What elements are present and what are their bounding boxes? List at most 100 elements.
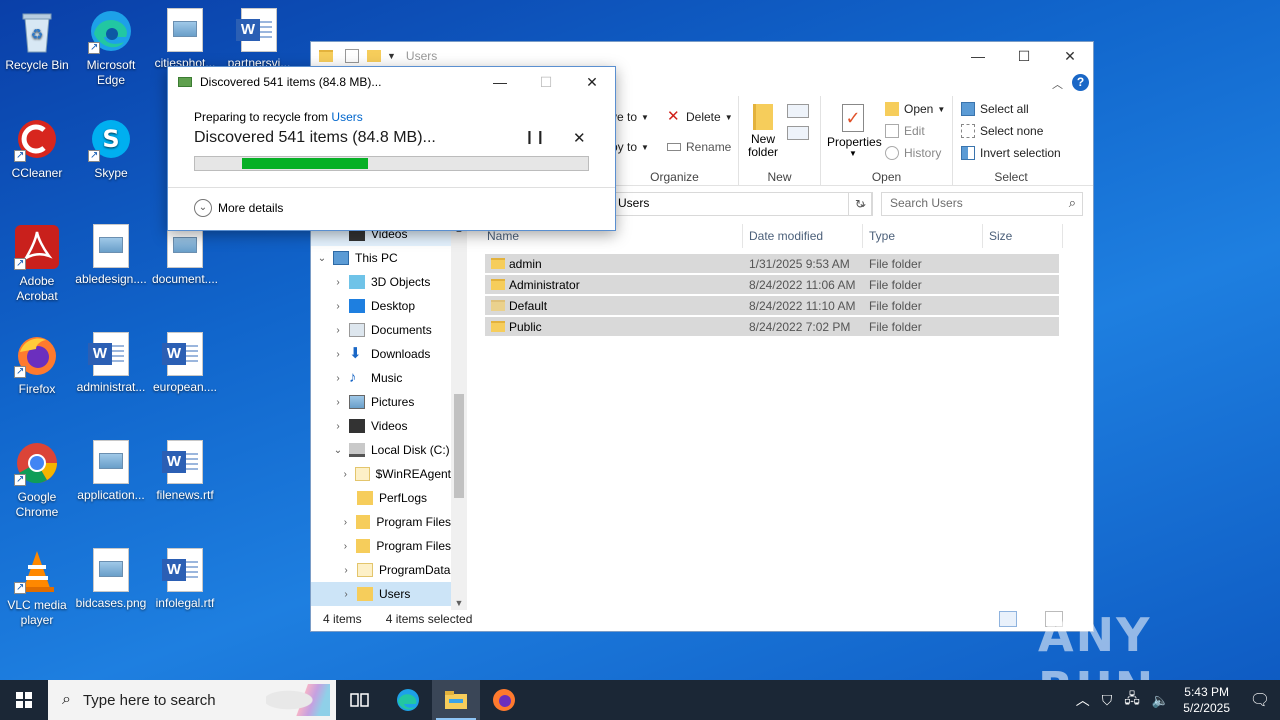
nav-item-local-disk[interactable]: ⌄ Local Disk (C:) <box>311 438 451 462</box>
cancel-button[interactable]: ✕ <box>573 129 586 147</box>
details-view-button[interactable] <box>999 611 1017 627</box>
nav-scrollbar[interactable]: ▲ ▼ <box>451 222 467 610</box>
more-details-toggle[interactable]: ⌄ More details <box>194 199 283 217</box>
skype-shortcut[interactable]: S Skype <box>74 116 148 181</box>
filenews-file[interactable]: W filenews.rtf <box>148 440 222 503</box>
system-tray: ︿ ⛉ 🖧 🔈 5:43 PM 5/2/2025 🗨 <box>1070 680 1280 720</box>
close-icon: ✕ <box>573 130 586 147</box>
nav-item-3d-objects[interactable]: › 3D Objects <box>311 270 451 294</box>
administrat-file[interactable]: W administrat... <box>74 332 148 395</box>
nav-item-users[interactable]: › Users <box>311 582 451 606</box>
infolegal-file[interactable]: W infolegal.rtf <box>148 548 222 611</box>
file-row[interactable]: Public 8/24/2022 7:02 PM File folder <box>485 317 1059 337</box>
firefox-shortcut[interactable]: Firefox <box>0 332 74 397</box>
vlc-shortcut[interactable]: VLC media player <box>0 548 74 628</box>
history-button[interactable]: History <box>885 146 941 160</box>
search-input[interactable]: Search Users ⌕ <box>881 192 1083 216</box>
nav-item-downloads[interactable]: › ⬇ Downloads <box>311 342 451 366</box>
address-bar[interactable]: Users ⌄ <box>611 192 873 216</box>
progress-bar-fill <box>242 158 368 169</box>
move-to-button[interactable]: ve to ▼ <box>611 110 649 124</box>
edit-icon <box>885 124 899 138</box>
dialog-close-button[interactable]: ✕ <box>569 67 615 97</box>
recycle-bin-shortcut[interactable]: ♻ Recycle Bin <box>0 8 74 73</box>
nav-item-programdata[interactable]: › ProgramData <box>311 558 451 582</box>
nav-item-music[interactable]: › ♪ Music <box>311 366 451 390</box>
taskbar-firefox-button[interactable] <box>480 680 528 720</box>
source-folder-link[interactable]: Users <box>331 110 362 124</box>
nav-item-program-files[interactable]: › Program Files <box>311 510 451 534</box>
pictures-icon <box>349 395 365 409</box>
clock[interactable]: 5:43 PM 5/2/2025 <box>1183 684 1230 716</box>
invert-selection-button[interactable]: Invert selection <box>961 146 1061 160</box>
column-header-type[interactable]: Type <box>863 224 983 248</box>
file-row[interactable]: Administrator 8/24/2022 11:06 AM File fol… <box>485 275 1059 295</box>
taskbar-file-explorer-button[interactable] <box>432 680 480 720</box>
european-file[interactable]: W european.... <box>148 332 222 395</box>
scrollbar-thumb[interactable] <box>454 394 464 498</box>
nav-item-program-files-x86[interactable]: › Program Files <box>311 534 451 558</box>
nav-item-videos[interactable]: › Videos <box>311 414 451 438</box>
ccleaner-icon <box>14 116 60 163</box>
column-header-size[interactable]: Size <box>983 224 1063 248</box>
select-all-button[interactable]: Select all <box>961 102 1029 116</box>
dialog-titlebar[interactable]: Discovered 541 items (84.8 MB)... — ☐ ✕ <box>168 67 615 97</box>
taskbar-edge-button[interactable] <box>384 680 432 720</box>
expanded-chevron-icon: ⌄ <box>333 444 343 456</box>
notification-center-button[interactable]: 🗨 <box>1240 680 1280 720</box>
properties-button[interactable]: ✓ Properties ▼ <box>827 104 882 158</box>
task-view-button[interactable] <box>336 680 384 720</box>
nav-item-desktop[interactable]: › Desktop <box>311 294 451 318</box>
network-icon[interactable]: 🖧 <box>1124 688 1140 712</box>
ccleaner-shortcut[interactable]: CCleaner <box>0 116 74 181</box>
rename-button[interactable]: Rename <box>667 140 731 154</box>
word-document-icon: W <box>162 440 203 484</box>
properties-quick-icon[interactable] <box>345 49 359 63</box>
file-row[interactable]: admin 1/31/2025 9:53 AM File folder <box>485 254 1059 274</box>
new-item-button[interactable] <box>787 104 809 118</box>
select-none-button[interactable]: Select none <box>961 124 1043 138</box>
new-folder-button[interactable]: New folder <box>747 104 779 159</box>
microsoft-edge-shortcut[interactable]: Microsoft Edge <box>74 8 148 88</box>
refresh-button[interactable]: ↻ <box>848 192 872 216</box>
easy-access-button[interactable] <box>787 126 809 140</box>
properties-checkmark-icon: ✓ <box>842 104 864 132</box>
minimize-button[interactable]: — <box>955 42 1001 70</box>
google-chrome-shortcut[interactable]: Google Chrome <box>0 440 74 520</box>
open-button[interactable]: Open ▼ <box>885 102 945 116</box>
taskbar-search-input[interactable]: ⌕ Type here to search <box>48 680 336 720</box>
file-row[interactable]: Default 8/24/2022 11:10 AM File folder <box>485 296 1059 316</box>
security-icon[interactable]: ⛉ <box>1102 692 1113 709</box>
nav-item-this-pc[interactable]: ⌄ This PC <box>311 246 451 270</box>
nav-item-winreagent[interactable]: › $WinREAgent <box>311 462 451 486</box>
new-folder-quick-icon[interactable] <box>367 50 381 62</box>
ribbon-collapse-icon[interactable]: ︿ <box>1052 76 1063 92</box>
help-icon[interactable]: ? <box>1072 74 1089 91</box>
invert-selection-icon <box>961 146 975 160</box>
pause-button[interactable]: ❙❙ <box>524 129 546 145</box>
quick-access-dropdown-icon[interactable]: ▼ <box>387 51 396 61</box>
start-button[interactable] <box>0 680 48 720</box>
application-file[interactable]: application... <box>74 440 148 503</box>
nav-item-pictures[interactable]: › Pictures <box>311 390 451 414</box>
close-button[interactable]: ✕ <box>1047 42 1093 70</box>
edit-button[interactable]: Edit <box>885 124 925 138</box>
notification-icon: 🗨 <box>1249 692 1271 709</box>
partnersvi-file[interactable]: W partnersvi... <box>222 8 296 71</box>
abledesign-file[interactable]: abledesign.... <box>74 224 148 287</box>
document-file[interactable]: document.... <box>148 224 222 287</box>
copy-to-button[interactable]: py to ▼ <box>611 140 649 154</box>
nav-item-documents[interactable]: › Documents <box>311 318 451 342</box>
maximize-button[interactable]: ☐ <box>1001 42 1047 70</box>
folder-icon <box>357 563 373 577</box>
bidcases-file[interactable]: bidcases.png <box>74 548 148 611</box>
nav-item-perflogs[interactable]: PerfLogs <box>311 486 451 510</box>
delete-button[interactable]: ✕ Delete ▼ <box>667 108 733 125</box>
dialog-minimize-button[interactable]: — <box>477 67 523 97</box>
citiesphot-file[interactable]: citiesphot... <box>148 8 222 71</box>
column-header-date[interactable]: Date modified <box>743 224 863 248</box>
volume-icon[interactable]: 🔈 <box>1152 692 1169 709</box>
show-hidden-icons-chevron-icon[interactable]: ︿ <box>1076 690 1090 710</box>
delete-x-icon: ✕ <box>667 108 680 125</box>
adobe-acrobat-shortcut[interactable]: Adobe Acrobat <box>0 224 74 304</box>
